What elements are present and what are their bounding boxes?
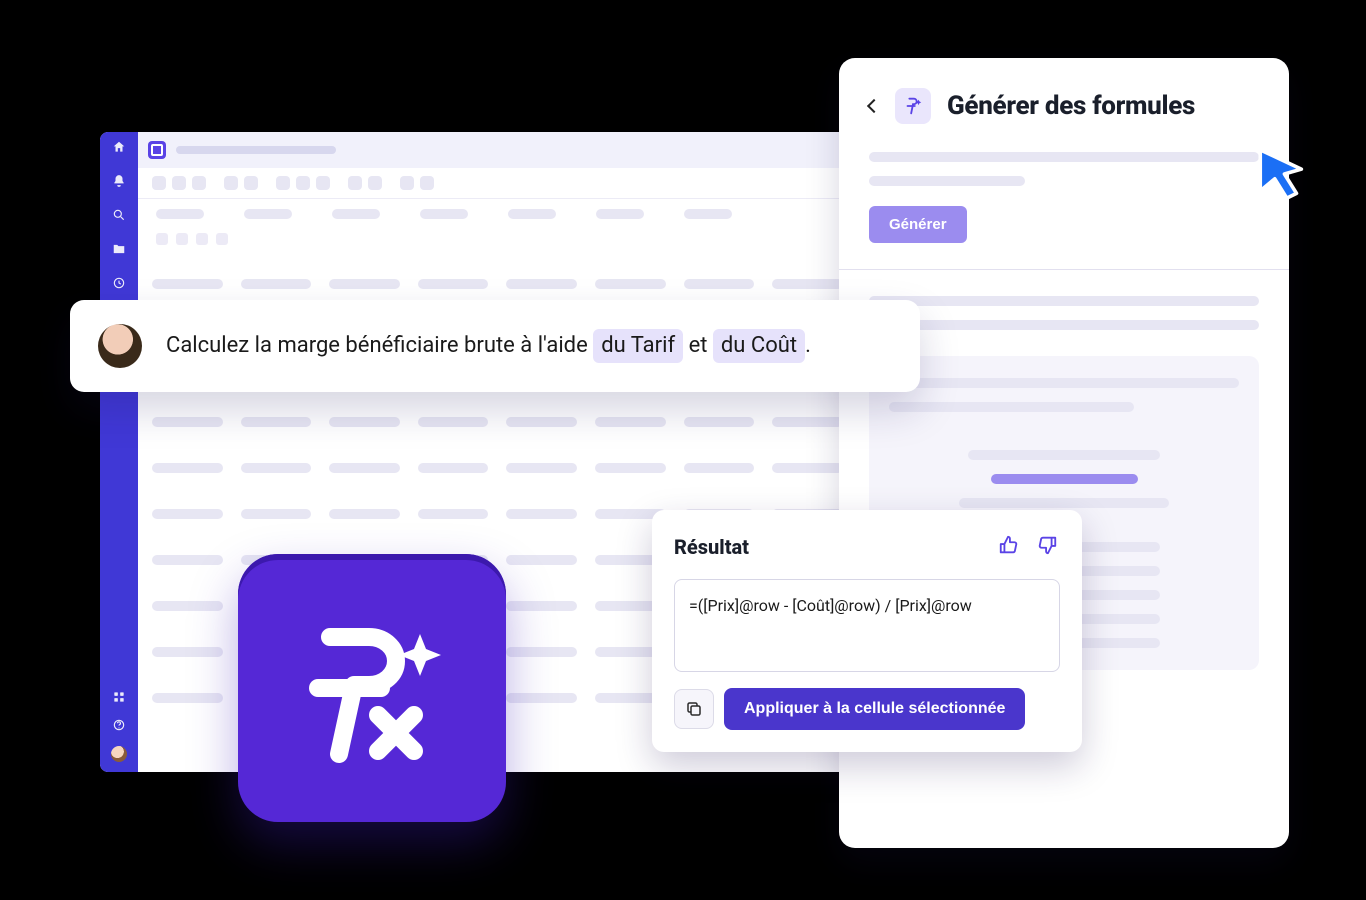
home-icon — [112, 140, 126, 154]
generate-button[interactable]: Générer — [869, 206, 967, 243]
prompt-text: Calculez la marge bénéficiaire brute à l… — [166, 329, 811, 364]
formula-output[interactable]: =([Prix]@row - [Coût]@row) / [Prix]@row — [674, 579, 1060, 672]
folder-icon — [112, 242, 126, 256]
apply-to-cell-button[interactable]: Appliquer à la cellule sélectionnée — [724, 688, 1025, 730]
search-icon — [112, 208, 126, 222]
fx-app-tile — [238, 554, 506, 822]
result-card: Résultat =([Prix]@row - [Coût]@row) / [P… — [652, 510, 1082, 752]
panel-skeleton-line — [869, 320, 1259, 330]
thumbs-down-button[interactable] — [1034, 532, 1060, 561]
sheet-icon — [148, 141, 166, 159]
cursor-icon — [1253, 145, 1311, 203]
user-avatar-mini — [111, 746, 127, 762]
panel-divider — [839, 269, 1289, 270]
mention-tarif: du Tarif — [593, 329, 683, 364]
thumbs-down-icon — [1036, 534, 1058, 556]
back-icon[interactable] — [867, 99, 881, 113]
fx-sparkle-icon — [895, 88, 931, 124]
result-title: Résultat — [674, 535, 749, 559]
help-icon — [112, 718, 126, 732]
panel-title: Générer des formules — [947, 91, 1195, 121]
panel-skeleton-line — [869, 152, 1259, 162]
thumbs-up-icon — [998, 534, 1020, 556]
thumbs-up-button[interactable] — [996, 532, 1022, 561]
clock-icon — [112, 276, 126, 290]
panel-skeleton-line — [869, 296, 1259, 306]
avatar — [98, 324, 142, 368]
grid-icon — [112, 690, 126, 704]
fx-sparkle-icon — [282, 598, 462, 778]
panel-skeleton-line — [869, 176, 1025, 186]
copy-button[interactable] — [674, 689, 714, 729]
bell-icon — [112, 174, 126, 188]
copy-icon — [685, 700, 703, 718]
sheet-title-placeholder — [176, 146, 336, 154]
mention-cout: du Coût — [713, 329, 805, 364]
user-prompt-pill: Calculez la marge bénéficiaire brute à l… — [70, 300, 920, 392]
app-left-rail: + — [100, 132, 138, 772]
